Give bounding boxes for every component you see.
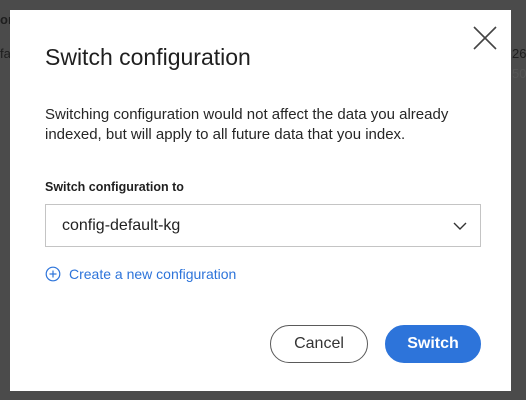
add-circle-icon — [45, 266, 61, 282]
select-value: config-default-kg — [62, 217, 181, 234]
background-text-fragment: 26 — [512, 46, 526, 61]
close-button[interactable] — [469, 22, 501, 54]
switch-button[interactable]: Switch — [385, 325, 481, 363]
background-text-fragment: 50 — [512, 66, 526, 81]
configuration-select[interactable]: config-default-kg — [45, 204, 481, 247]
select-label: Switch configuration to — [45, 180, 184, 194]
dialog-title: Switch configuration — [45, 44, 251, 70]
create-new-configuration-link[interactable]: Create a new configuration — [45, 265, 236, 283]
create-link-label: Create a new configuration — [69, 266, 237, 282]
close-icon[interactable] — [469, 22, 501, 54]
cancel-button[interactable]: Cancel — [270, 325, 368, 363]
chevron-down-icon — [453, 222, 467, 230]
dialog-description: Switching configuration would not affect… — [45, 106, 449, 143]
switch-configuration-dialog: Switch configuration Switching configura… — [10, 10, 511, 391]
